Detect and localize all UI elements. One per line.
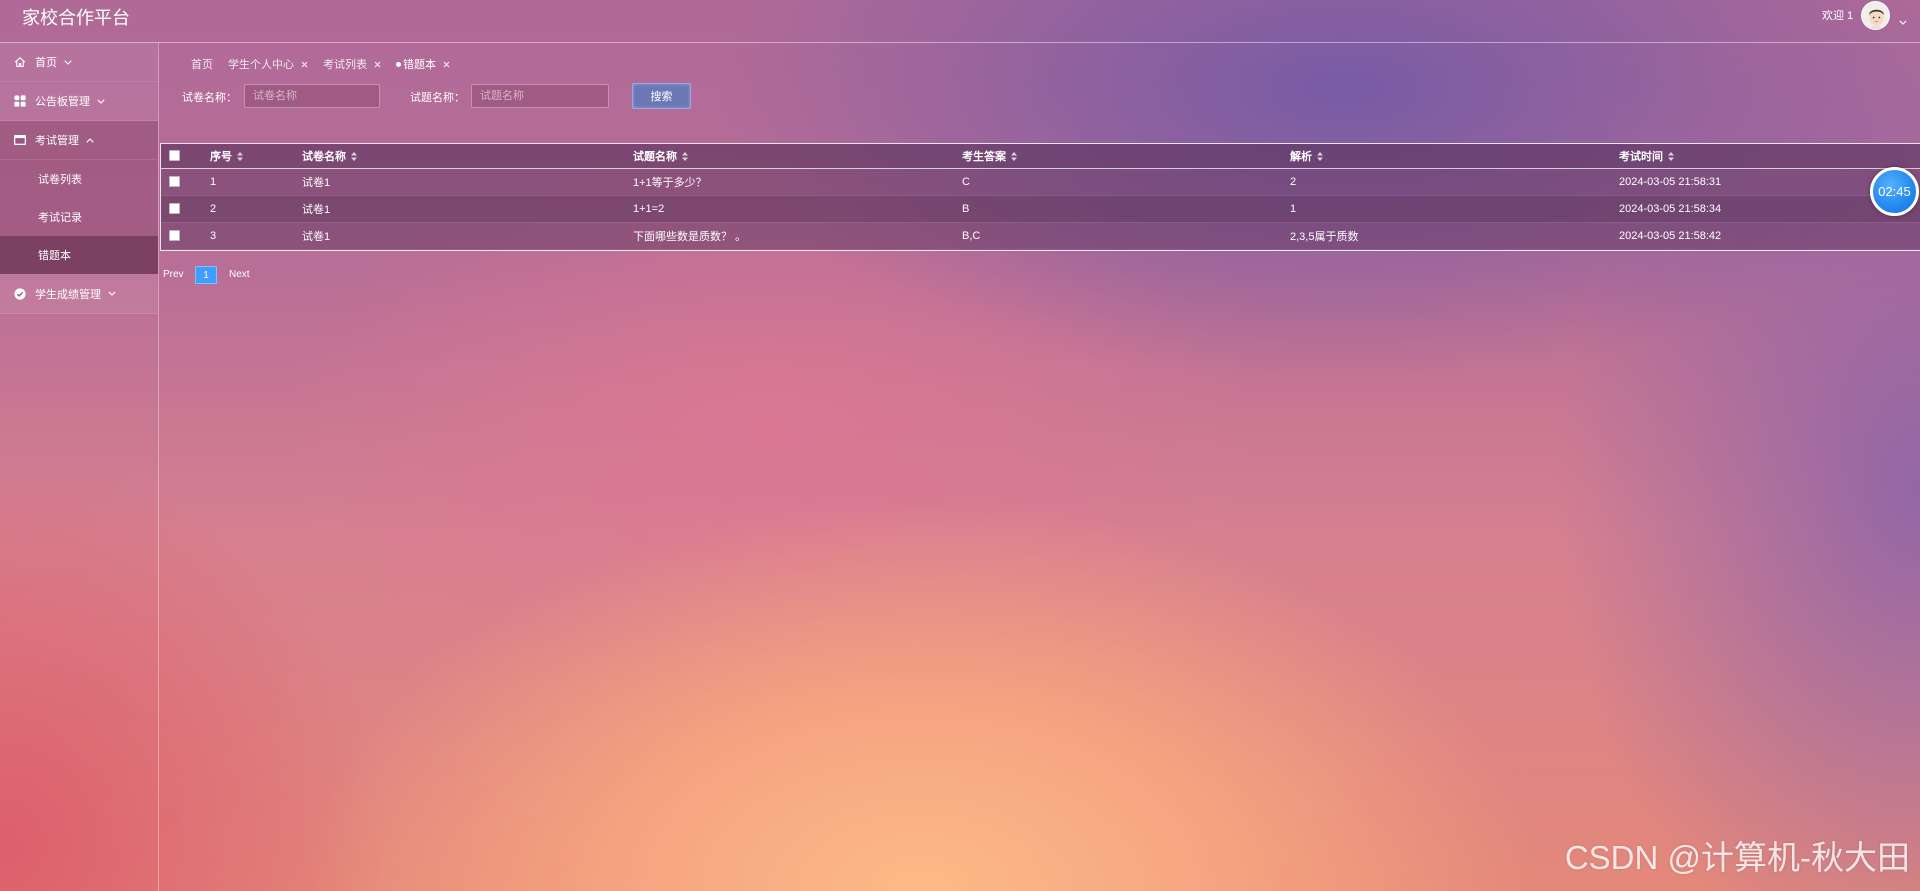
question-name-input[interactable] [471, 84, 609, 108]
sort-icon[interactable] [1668, 152, 1674, 162]
cell-question-name: 1+1=2 [633, 202, 665, 215]
column-header-label: 考试时间 [1619, 150, 1663, 163]
sidebar: 首页 公告板管理 考试管理 试卷列表 考试记录 错题本 学生成绩管理 [0, 43, 159, 891]
tab-wrong-questions[interactable]: 错题本 [396, 56, 450, 72]
row-checkbox[interactable] [169, 203, 180, 215]
cell-question-name: 下面哪些数是质数？ 。 [633, 230, 747, 243]
cell-student-answer: B,C [962, 229, 981, 242]
sort-icon[interactable] [682, 152, 688, 162]
exam-timer-badge[interactable]: 02:45 [1870, 167, 1919, 216]
avatar-face-icon [1867, 9, 1886, 29]
cell-paper-name: 试卷1 [302, 230, 331, 243]
cell-analysis: 2,3,5属于质数 [1290, 230, 1359, 243]
welcome-text: 欢迎 1 [1822, 10, 1854, 22]
row-checkbox[interactable] [169, 176, 180, 188]
wrong-question-table: 序号 试卷名称 试题名称 考生答案 解析 考试时间 1 试卷1 1+1等于多少？… [160, 143, 1920, 251]
table-row[interactable]: 3 试卷1 下面哪些数是质数？ 。 B,C 2,3,5属于质数 2024-03-… [161, 222, 1920, 249]
cell-analysis: 1 [1290, 202, 1297, 215]
sidebar-item-label: 公告板管理 [35, 96, 90, 108]
column-header-analysis[interactable]: 解析 [1281, 144, 1610, 169]
column-header-question-name[interactable]: 试题名称 [624, 144, 953, 169]
tab-label: 错题本 [403, 59, 436, 71]
table-row[interactable]: 2 试卷1 1+1=2 B 1 2024-03-05 21:58:34 [161, 195, 1920, 222]
row-select-cell [161, 168, 201, 195]
column-header-student-answer[interactable]: 考生答案 [953, 144, 1281, 169]
sort-icon[interactable] [237, 152, 243, 162]
timer-value: 02:45 [1878, 184, 1911, 199]
cell-student-answer: C [962, 175, 970, 188]
sort-icon[interactable] [351, 152, 357, 162]
sidebar-item-label: 首页 [35, 57, 57, 69]
tab-label: 学生个人中心 [228, 59, 294, 71]
tab-bar: 首页 学生个人中心 考试列表 错题本 [191, 56, 465, 72]
watermark: CSDN @计算机-秋大田 [1564, 839, 1910, 876]
cell-paper-name: 试卷1 [302, 176, 331, 189]
paper-name-label: 试卷名称： [182, 92, 237, 104]
paper-name-input[interactable] [244, 84, 380, 108]
sidebar-item-notice-board[interactable]: 公告板管理 [0, 82, 158, 121]
cell-analysis: 2 [1290, 175, 1297, 188]
chevron-down-icon [108, 291, 116, 296]
chevron-down-icon[interactable] [1899, 12, 1907, 30]
column-header-label: 试题名称 [633, 150, 677, 163]
cell-exam-time: 2024-03-05 21:58:42 [1619, 229, 1722, 242]
tab-label: 考试列表 [323, 59, 367, 71]
pagination-page-current[interactable]: 1 [195, 266, 217, 284]
column-header-paper-name[interactable]: 试卷名称 [293, 144, 624, 169]
close-icon[interactable] [443, 61, 450, 68]
column-header-label: 序号 [210, 150, 232, 163]
select-all-cell [161, 144, 201, 169]
sort-icon[interactable] [1011, 152, 1017, 162]
card-icon [13, 133, 27, 147]
tab-student-center[interactable]: 学生个人中心 [228, 56, 308, 72]
exam-management-submenu: 试卷列表 考试记录 错题本 [0, 160, 158, 274]
search-button[interactable]: 搜索 [632, 83, 691, 109]
sidebar-item-label: 学生成绩管理 [35, 288, 101, 301]
sidebar-item-exam-management[interactable]: 考试管理 [0, 121, 158, 160]
column-header-label: 考生答案 [962, 150, 1006, 163]
avatar[interactable] [1861, 1, 1890, 30]
close-icon[interactable] [374, 61, 381, 68]
home-icon [13, 55, 27, 69]
question-name-label: 试题名称： [410, 92, 465, 104]
row-checkbox[interactable] [169, 230, 180, 242]
sidebar-item-home[interactable]: 首页 [0, 43, 158, 82]
check-circle-icon [13, 287, 27, 301]
tab-exam-list[interactable]: 考试列表 [323, 56, 381, 72]
sidebar-subitem-paper-list[interactable]: 试卷列表 [0, 160, 158, 198]
tab-label: 首页 [191, 59, 213, 71]
cell-index: 2 [210, 202, 217, 215]
app-title: 家校合作平台 [22, 8, 130, 28]
tab-home[interactable]: 首页 [191, 56, 213, 72]
select-all-checkbox[interactable] [169, 150, 180, 162]
grid-icon [13, 94, 27, 108]
row-select-cell [161, 195, 201, 222]
chevron-down-icon [64, 59, 72, 65]
cell-index: 1 [210, 175, 217, 188]
chevron-down-icon [97, 98, 105, 104]
sidebar-subitem-wrong-questions[interactable]: 错题本 [0, 236, 158, 274]
pagination-prev[interactable]: Prev [163, 269, 184, 280]
pagination-next[interactable]: Next [229, 269, 250, 280]
column-header-index[interactable]: 序号 [201, 144, 293, 169]
close-icon[interactable] [301, 61, 308, 68]
column-header-label: 试卷名称 [302, 150, 346, 163]
sidebar-item-score-management[interactable]: 学生成绩管理 [0, 274, 158, 314]
sort-icon[interactable] [1317, 152, 1323, 162]
sidebar-subitem-exam-records[interactable]: 考试记录 [0, 198, 158, 236]
cell-index: 3 [210, 229, 217, 242]
cell-student-answer: B [962, 202, 970, 215]
column-header-exam-time[interactable]: 考试时间 [1610, 144, 1920, 169]
table-header-row: 序号 试卷名称 试题名称 考生答案 解析 考试时间 [161, 144, 1920, 169]
cell-paper-name: 试卷1 [302, 203, 331, 216]
sidebar-item-label: 考试管理 [35, 135, 79, 147]
column-header-label: 解析 [1290, 150, 1312, 163]
row-select-cell [161, 222, 201, 249]
chevron-up-icon [86, 137, 94, 143]
top-bar: 家校合作平台 欢迎 1 [0, 0, 1920, 43]
table-row[interactable]: 1 试卷1 1+1等于多少？ C 2 2024-03-05 21:58:31 [161, 168, 1920, 195]
active-dot-icon [396, 61, 401, 67]
cell-question-name: 1+1等于多少？ [633, 176, 707, 189]
